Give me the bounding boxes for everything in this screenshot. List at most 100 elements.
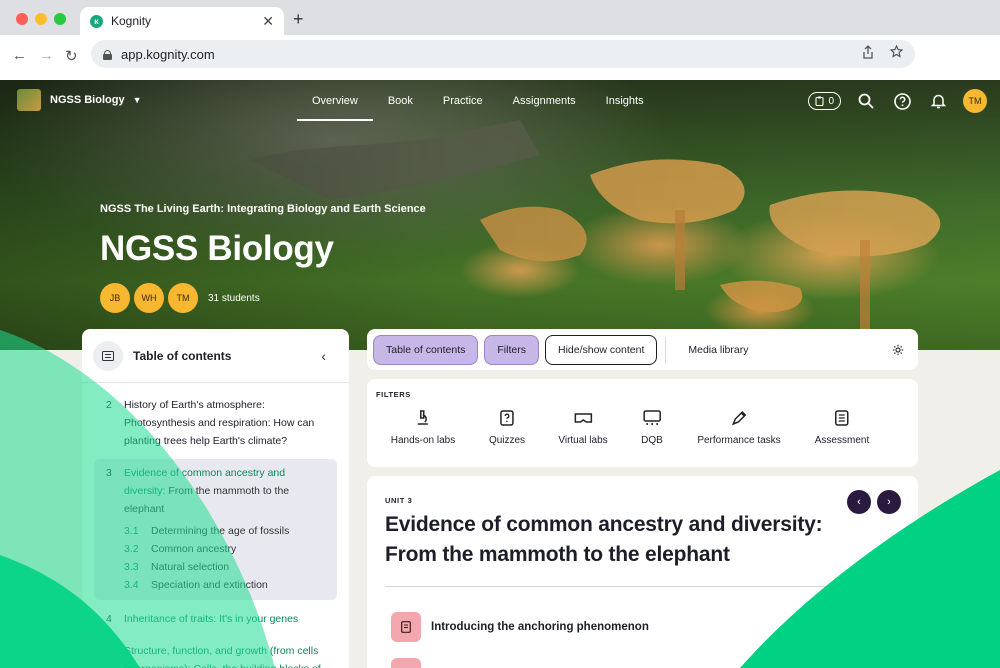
unit-pager: ‹ › xyxy=(847,490,901,514)
toc-subitem-label: Common ancestry xyxy=(151,543,237,555)
collapse-chevron-icon[interactable]: ‹ xyxy=(321,348,326,364)
toc-subitem[interactable]: 3.3 Natural selection xyxy=(106,558,325,576)
toc-item-label: Inheritance of traits: It's in your gene… xyxy=(124,613,299,625)
nav-assignments[interactable]: Assignments xyxy=(498,80,591,122)
toc-item-number: 2 xyxy=(106,399,112,411)
nav-actions: 0 TM xyxy=(808,89,987,113)
minimize-window-button[interactable] xyxy=(35,13,47,25)
quiz-icon xyxy=(500,410,514,426)
help-icon[interactable] xyxy=(891,90,913,112)
toc-subitem[interactable]: 3.1 Determining the age of fossils xyxy=(106,522,325,540)
hide-show-content-button[interactable]: Hide/show content xyxy=(544,334,658,365)
microscope-icon xyxy=(417,410,428,425)
unit-title: Evidence of common ancestry and diversit… xyxy=(385,513,823,566)
filter-label: Performance tasks xyxy=(697,435,781,446)
course-name: NGSS Biology xyxy=(50,94,125,106)
notification-bell-icon[interactable] xyxy=(927,90,949,112)
toc-subitem-label: Determining the age of fossils xyxy=(151,525,290,537)
close-window-button[interactable] xyxy=(16,13,28,25)
students-summary[interactable]: JB WH TM 31 students xyxy=(100,283,426,313)
toc-item-number xyxy=(106,642,124,668)
user-avatar[interactable]: TM xyxy=(963,89,987,113)
vr-headset-icon xyxy=(574,413,592,423)
search-icon[interactable] xyxy=(855,90,877,112)
toc-item-number: 4 xyxy=(106,613,112,625)
nav-insights[interactable]: Insights xyxy=(591,80,659,122)
kognity-logo-icon: κ xyxy=(90,14,103,28)
toc-subitem-number: 3.1 xyxy=(124,525,139,537)
divider xyxy=(385,586,900,587)
clipboard-icon xyxy=(815,96,824,106)
url-text: app.kognity.com xyxy=(121,46,215,62)
filter-assessment[interactable]: Assessment xyxy=(815,409,869,446)
caret-down-icon: ▼ xyxy=(132,95,142,105)
nav-overview[interactable]: Overview xyxy=(297,80,373,122)
student-avatar: WH xyxy=(134,283,164,313)
filters-button[interactable]: Filters xyxy=(484,334,539,365)
unit-label: UNIT 3 xyxy=(385,496,413,505)
course-switcher[interactable]: NGSS Biology ▼ xyxy=(17,89,141,111)
page-title: NGSS Biology xyxy=(100,229,334,268)
gear-icon[interactable] xyxy=(892,344,904,356)
maximize-window-button[interactable] xyxy=(54,13,66,25)
filter-performance-tasks[interactable]: Performance tasks xyxy=(697,409,781,446)
course-subtitle: NGSS The Living Earth: Integrating Biolo… xyxy=(100,203,426,215)
filter-virtual-labs[interactable]: Virtual labs xyxy=(558,409,608,446)
toc-subitem-label: Natural selection xyxy=(151,561,230,573)
toc-subitem[interactable]: 3.4 Speciation and extinction xyxy=(106,576,325,594)
next-unit-icon[interactable]: › xyxy=(877,490,901,514)
toc-subitem[interactable]: 3.2 Common ancestry xyxy=(106,540,325,558)
toc-item-active[interactable]: 3 Evidence of common ancestry and divers… xyxy=(94,459,337,600)
address-bar[interactable]: app.kognity.com xyxy=(91,40,915,68)
filter-label: Quizzes xyxy=(488,435,526,446)
lesson-title: Introducing the anchoring phenomenon xyxy=(431,621,649,633)
browser-toolbar: ← → ↻ app.kognity.com xyxy=(0,35,1000,80)
table-of-contents-panel: Table of contents ‹ 2 History of Earth's… xyxy=(82,329,349,668)
lesson-document-icon xyxy=(391,658,421,668)
tasks-count: 0 xyxy=(828,95,834,107)
filter-dqb[interactable]: DQB xyxy=(641,409,663,446)
filter-label: Assessment xyxy=(814,435,870,446)
toc-item-label: History of Earth's atmosphere: Photosynt… xyxy=(124,399,315,447)
toc-item-number: 3 xyxy=(106,467,112,479)
nav-book[interactable]: Book xyxy=(373,80,428,122)
reload-icon[interactable]: ↻ xyxy=(65,47,78,65)
close-tab-icon[interactable]: ✕ xyxy=(262,13,274,30)
browser-tab[interactable]: κ Kognity ✕ xyxy=(80,7,284,35)
share-icon[interactable] xyxy=(862,45,874,59)
new-tab-icon[interactable]: + xyxy=(293,9,304,30)
main-nav: Overview Book Practice Assignments Insig… xyxy=(297,80,659,122)
tasks-counter-button[interactable]: 0 xyxy=(808,92,841,110)
bookmark-star-icon[interactable] xyxy=(890,45,903,58)
lesson-item[interactable]: Introducing the anchoring phenomenon xyxy=(391,612,649,642)
top-navigation: NGSS Biology ▼ Overview Book Practice As… xyxy=(0,80,1000,122)
filter-hands-on-labs[interactable]: Hands-on labs xyxy=(391,409,455,446)
course-thumbnail xyxy=(17,89,41,111)
nav-practice[interactable]: Practice xyxy=(428,80,498,122)
media-library-link[interactable]: Media library xyxy=(688,344,892,356)
back-arrow-icon[interactable]: ← xyxy=(12,47,27,64)
toolbar-divider xyxy=(665,336,667,363)
toc-item[interactable]: 2 History of Earth's atmosphere: Photosy… xyxy=(94,396,337,450)
previous-unit-icon[interactable]: ‹ xyxy=(847,490,871,514)
toc-item-label: Structure, function, and growth (from ce… xyxy=(124,645,321,668)
lock-icon xyxy=(103,49,112,60)
toc-item[interactable]: Structure, function, and growth (from ce… xyxy=(94,642,337,668)
filter-quizzes[interactable]: Quizzes xyxy=(489,409,525,446)
filters-heading: FILTERS xyxy=(376,390,411,399)
dqb-board-icon xyxy=(643,410,661,425)
toc-list: 2 History of Earth's atmosphere: Photosy… xyxy=(82,383,349,668)
table-of-contents-button[interactable]: Table of contents xyxy=(373,334,479,365)
pencil-ruler-icon xyxy=(731,410,747,426)
assign-user-icon[interactable] xyxy=(832,619,858,641)
filter-label: Virtual labs xyxy=(558,435,608,446)
toc-subitem-label: Speciation and extinction xyxy=(151,579,268,591)
forward-arrow-icon[interactable]: → xyxy=(39,47,54,64)
list-icon xyxy=(93,340,123,371)
toc-item[interactable]: 4 Inheritance of traits: It's in your ge… xyxy=(94,610,337,628)
toc-subitem-number: 3.3 xyxy=(124,561,139,573)
lesson-item[interactable] xyxy=(391,658,431,668)
toc-subitem-number: 3.2 xyxy=(124,543,139,555)
filter-label: DQB xyxy=(641,435,663,446)
content-toolbar: Table of contents Filters Hide/show cont… xyxy=(367,329,918,370)
